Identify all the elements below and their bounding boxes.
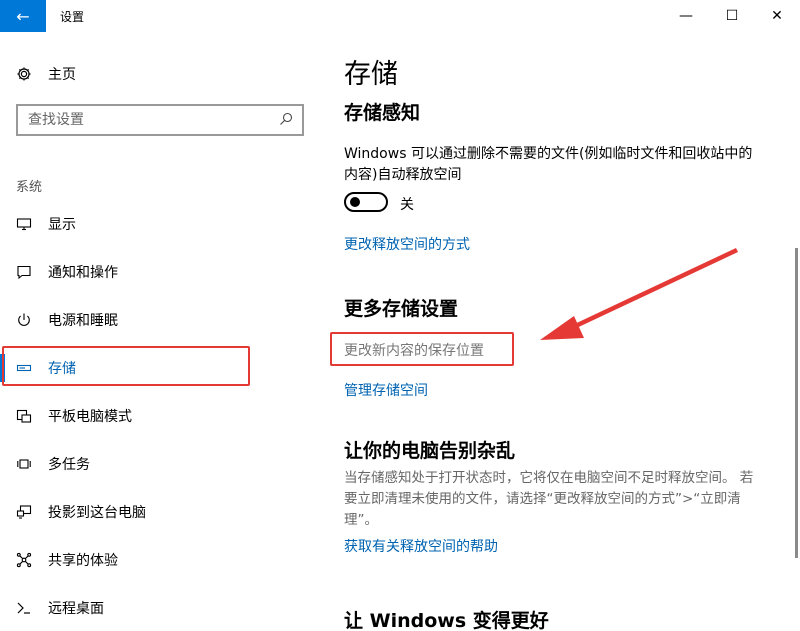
sidebar-item-label: 通知和操作 <box>48 265 118 281</box>
multitasking-icon <box>17 459 31 469</box>
sidebar-item-display[interactable]: 显示 <box>0 200 330 248</box>
notification-icon <box>17 265 31 280</box>
close-icon: ✕ <box>771 8 783 24</box>
sidebar-item-project[interactable]: 投影到这台电脑 <box>0 488 330 536</box>
display-icon <box>16 218 32 231</box>
maximize-icon: ☐ <box>725 8 739 24</box>
sidebar-item-tablet-mode[interactable]: 平板电脑模式 <box>0 392 330 440</box>
main-content: 存储 存储感知 Windows 可以通过删除不需要的文件(例如临时文件和回收站中… <box>344 32 784 631</box>
sidebar-item-label: 显示 <box>48 217 76 233</box>
project-icon <box>16 505 32 519</box>
sidebar: 主页 系统 显示 通知和操作 <box>0 32 330 631</box>
storage-sense-description: Windows 可以通过删除不需要的文件(例如临时文件和回收站中的内容)自动释放… <box>344 146 753 183</box>
sidebar-item-remote-desktop[interactable]: 远程桌面 <box>0 584 330 631</box>
sidebar-item-label: 投影到这台电脑 <box>48 505 146 521</box>
search-input[interactable] <box>28 112 268 128</box>
sidebar-nav: 显示 通知和操作 电源和睡眠 存储 平板电脑模式 多任务 投影到这台电脑 共享的… <box>0 200 330 631</box>
minimize-button[interactable]: — <box>663 0 709 32</box>
change-save-location-link[interactable]: 更改新内容的保存位置 <box>344 340 484 360</box>
tablet-mode-icon <box>16 409 32 423</box>
close-button[interactable]: ✕ <box>754 0 800 32</box>
sidebar-item-label: 多任务 <box>48 457 90 473</box>
toggle-state-label: 关 <box>400 197 414 213</box>
sidebar-item-multitasking[interactable]: 多任务 <box>0 440 330 488</box>
content-scrollbar[interactable] <box>795 248 798 558</box>
minimize-icon: — <box>679 8 693 24</box>
sidebar-item-label: 存储 <box>48 361 76 377</box>
page-title: 存储 <box>344 59 398 90</box>
storage-sense-toggle[interactable] <box>344 192 388 212</box>
sidebar-item-label: 电源和睡眠 <box>48 313 118 329</box>
back-button[interactable]: ← <box>0 0 46 32</box>
declutter-description: 当存储感知处于打开状态时，它将仅在电脑空间不足时释放空间。 若要立即清理未使用的… <box>344 470 754 528</box>
toggle-knob <box>350 197 360 207</box>
remote-desktop-icon <box>17 602 30 614</box>
sidebar-item-home[interactable]: 主页 <box>16 62 76 86</box>
sidebar-item-notifications[interactable]: 通知和操作 <box>0 248 330 296</box>
section-label-system: 系统 <box>16 180 43 195</box>
sidebar-item-label: 共享的体验 <box>48 553 118 569</box>
sidebar-item-power[interactable]: 电源和睡眠 <box>0 296 330 344</box>
more-storage-settings-title: 更多存储设置 <box>344 298 459 320</box>
storage-icon <box>16 364 32 372</box>
gear-icon <box>17 67 31 81</box>
manage-storage-link[interactable]: 管理存储空间 <box>344 380 428 400</box>
declutter-title: 让你的电脑告别杂乱 <box>344 440 516 462</box>
sidebar-item-storage[interactable]: 存储 <box>0 344 330 392</box>
sidebar-home-label: 主页 <box>48 67 76 83</box>
search-icon[interactable] <box>278 111 294 127</box>
search-box[interactable] <box>16 104 304 136</box>
power-icon <box>18 313 30 326</box>
make-windows-better-title: 让 Windows 变得更好 <box>344 610 549 631</box>
storage-sense-title: 存储感知 <box>344 102 421 124</box>
back-arrow-icon: ← <box>16 6 30 26</box>
free-space-help-link[interactable]: 获取有关释放空间的帮助 <box>344 536 498 556</box>
window-title: 设置 <box>60 10 85 24</box>
share-icon <box>16 552 32 568</box>
sidebar-item-label: 平板电脑模式 <box>48 409 132 425</box>
sidebar-item-label: 远程桌面 <box>48 601 104 617</box>
change-free-space-link[interactable]: 更改释放空间的方式 <box>344 234 470 254</box>
sidebar-item-shared-experiences[interactable]: 共享的体验 <box>0 536 330 584</box>
title-bar: ← 设置 — ☐ ✕ <box>0 0 800 32</box>
maximize-button[interactable]: ☐ <box>709 0 755 32</box>
